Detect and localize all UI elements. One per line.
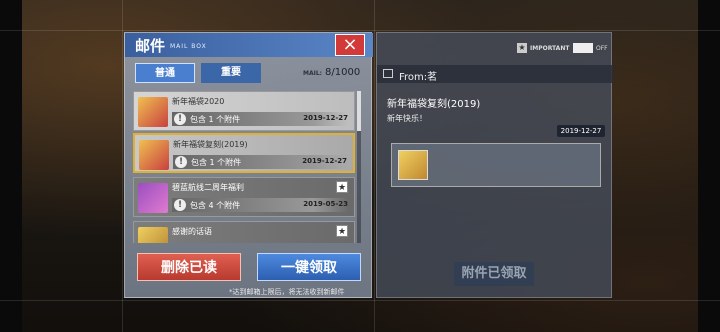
- sender-text: From:茗: [399, 72, 438, 83]
- tab-normal[interactable]: 普通: [135, 63, 195, 83]
- important-star-icon: ★: [517, 43, 527, 53]
- mail-item-title: 新年福袋2020: [172, 97, 225, 106]
- attachment-text: 包含 1 个附件: [191, 158, 242, 167]
- gift-icon: [138, 227, 168, 243]
- message-icon: [383, 69, 393, 78]
- mail-item-title: 新年福袋复刻(2019): [173, 140, 248, 149]
- scroll-thumb[interactable]: [357, 91, 361, 131]
- mail-detail-body: 新年快乐！: [387, 114, 427, 123]
- mail-item[interactable]: 新年福袋复刻(2019) ! 包含 1 个附件 2019-12-27: [133, 133, 355, 173]
- exclamation-icon: !: [174, 113, 186, 125]
- delete-read-button[interactable]: 删除已读: [137, 253, 241, 281]
- close-button[interactable]: ×: [335, 34, 365, 56]
- mailbox-title: 邮件: [135, 37, 166, 55]
- mail-detail-date: 2019-12-27: [557, 125, 605, 137]
- star-icon[interactable]: ★: [336, 181, 348, 193]
- mail-item-date: 2019-12-27: [302, 157, 347, 165]
- tab-important[interactable]: 重要: [201, 63, 261, 83]
- important-label: IMPORTANT: [530, 45, 570, 52]
- mail-item-date: 2019-12-27: [303, 114, 348, 122]
- grid-line: [0, 30, 720, 31]
- game-screen: 邮件 MAIL BOX × 普通 重要 MAIL: 8/1000 新年福袋202…: [0, 0, 720, 332]
- mail-item[interactable]: 感谢的话语 ★: [133, 221, 355, 243]
- grid-line: [374, 0, 375, 332]
- mail-list-scrollbar[interactable]: [357, 91, 361, 243]
- right-letterbox: [698, 0, 720, 332]
- mailbox-subtitle: MAIL BOX: [170, 43, 207, 50]
- claim-all-button[interactable]: 一键领取: [257, 253, 361, 281]
- mail-count-label: MAIL:: [303, 70, 323, 77]
- mail-count-value: 8/1000: [325, 67, 361, 78]
- mail-detail-title: 新年福袋复刻(2019): [387, 99, 481, 110]
- mailbox-panel: 邮件 MAIL BOX × 普通 重要 MAIL: 8/1000 新年福袋202…: [124, 32, 373, 298]
- grid-line: [0, 300, 720, 301]
- mail-detail-panel: ★ IMPORTANT OFF From:茗 新年福袋复刻(2019) 新年快乐…: [376, 32, 613, 298]
- mail-item-date: 2019-05-23: [303, 200, 348, 208]
- attachment-claimed-button: 附件已领取: [454, 262, 534, 286]
- mail-list: 新年福袋2020 ! 包含 1 个附件 2019-12-27 新年福袋复刻(20…: [133, 91, 355, 243]
- left-letterbox: [0, 0, 22, 332]
- lucky-bag-icon[interactable]: [398, 150, 428, 180]
- mailbox-limit-note: *达到邮箱上限后，将无法收到新邮件: [229, 288, 345, 296]
- attachment-text: 包含 1 个附件: [190, 115, 241, 124]
- attachment-box: [391, 143, 601, 187]
- grid-line: [122, 0, 123, 332]
- exclamation-icon: !: [175, 156, 187, 168]
- mailbox-header: 邮件 MAIL BOX ×: [125, 33, 373, 57]
- exclamation-icon: !: [174, 199, 186, 211]
- mail-item-title: 感谢的话语: [172, 227, 212, 236]
- sender-bar: From:茗: [377, 65, 613, 83]
- mail-item-title: 碧蓝航线二周年福利: [172, 183, 244, 192]
- star-icon[interactable]: ★: [336, 225, 348, 237]
- mail-item[interactable]: 碧蓝航线二周年福利 ★ ! 包含 4 个附件 2019-05-23: [133, 177, 355, 217]
- mail-item[interactable]: 新年福袋2020 ! 包含 1 个附件 2019-12-27: [133, 91, 355, 131]
- lucky-bag-icon: [138, 97, 168, 127]
- important-toggle[interactable]: [573, 43, 593, 53]
- ship-gift-icon: [138, 183, 168, 213]
- lucky-bag-icon: [139, 140, 169, 170]
- attachment-text: 包含 4 个附件: [190, 201, 241, 210]
- toggle-state-label: OFF: [596, 45, 608, 52]
